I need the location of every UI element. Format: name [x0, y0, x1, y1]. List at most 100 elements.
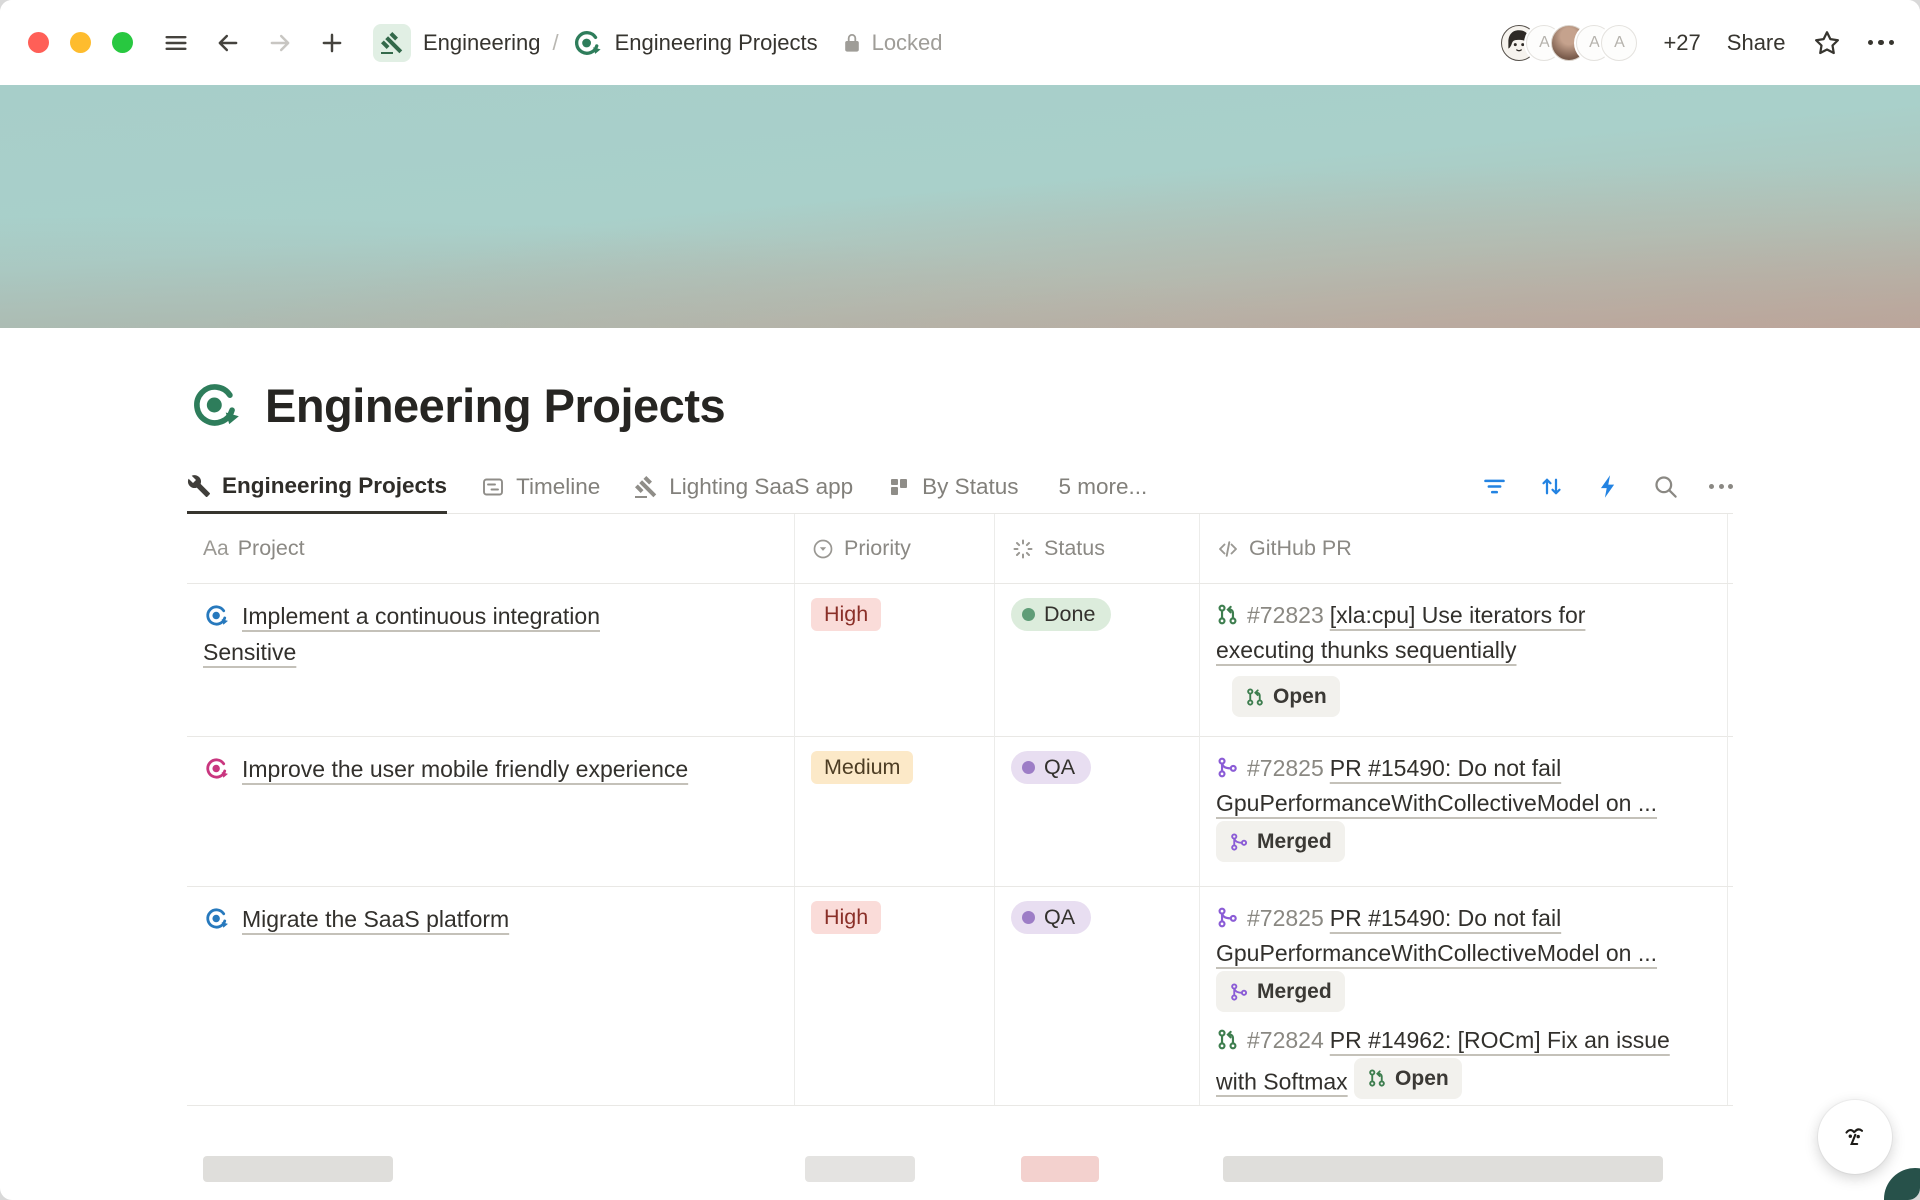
breadcrumb-current[interactable]: Engineering Projects	[615, 30, 818, 56]
pr-number: #72825	[1247, 755, 1324, 781]
page-title[interactable]: Engineering Projects	[265, 378, 725, 433]
page-cover	[0, 85, 1920, 328]
column-header-github-pr[interactable]: GitHub PR	[1200, 514, 1728, 583]
status-dot	[1022, 608, 1035, 621]
priority-badge[interactable]: Medium	[811, 751, 913, 784]
pr-merged-icon	[1216, 904, 1239, 927]
column-header-project[interactable]: Aa Project	[187, 514, 795, 583]
cycle-icon	[203, 602, 230, 629]
pr-open-icon	[1216, 1026, 1239, 1049]
status-cell[interactable]: Done	[995, 584, 1200, 738]
github-pr-cell[interactable]: #72823[xla:cpu] Use iterators for execut…	[1200, 584, 1728, 738]
cycle-icon	[203, 905, 230, 932]
locked-indicator[interactable]: Locked	[840, 30, 943, 56]
pr-state-badge[interactable]: Open	[1354, 1058, 1462, 1099]
menu-icon[interactable]	[159, 26, 193, 60]
project-cell[interactable]: Improve the user mobile friendly experie…	[187, 737, 795, 886]
project-title-link[interactable]: Migrate the SaaS platform	[242, 906, 509, 932]
pr-merged-icon	[1216, 754, 1239, 777]
notion-face-icon	[1835, 1117, 1875, 1157]
window-controls	[28, 32, 133, 53]
status-badge[interactable]: QA	[1011, 901, 1091, 934]
wrench-icon	[187, 474, 211, 498]
tab-by-status[interactable]: By Status	[887, 460, 1018, 514]
status-dot	[1022, 761, 1035, 774]
new-page-icon[interactable]	[315, 26, 349, 60]
back-icon[interactable]	[211, 26, 245, 60]
avatar-stack[interactable]: A A A	[1501, 25, 1637, 61]
priority-badge[interactable]: High	[811, 901, 881, 934]
favorite-star-icon[interactable]	[1812, 28, 1842, 58]
pr-open-icon	[1367, 1068, 1387, 1088]
pr-merged-icon	[1229, 832, 1249, 852]
more-views-button[interactable]: 5 more...	[1058, 474, 1147, 500]
project-title-link[interactable]: Implement a continuous integration Sensi…	[203, 603, 600, 665]
view-more-icon[interactable]	[1709, 484, 1733, 489]
avatar-overflow-count[interactable]: +27	[1663, 30, 1700, 56]
cycle-icon	[203, 755, 230, 782]
view-tabs: Engineering Projects Timeline Lighting S…	[187, 460, 1733, 514]
board-icon	[887, 475, 911, 499]
share-button[interactable]: Share	[1727, 30, 1786, 56]
table-header: Aa Project Priority Status GitHub PR	[187, 514, 1733, 584]
github-pr-cell[interactable]: #72825PR #15490: Do not fail GpuPerforma…	[1200, 887, 1728, 1106]
hammer-icon	[634, 475, 658, 499]
lightning-icon[interactable]	[1595, 473, 1622, 500]
page-cycle-icon[interactable]	[187, 377, 243, 433]
search-icon[interactable]	[1652, 473, 1679, 500]
status-icon	[1011, 537, 1035, 561]
pr-state-badge[interactable]: Merged	[1216, 971, 1345, 1012]
status-dot	[1022, 911, 1035, 924]
table-row: Migrate the SaaS platform High QA #72825…	[187, 887, 1733, 1106]
cycle-icon	[571, 27, 603, 59]
tab-engineering-projects[interactable]: Engineering Projects	[187, 460, 447, 514]
pr-merged-icon	[1229, 982, 1249, 1002]
priority-cell[interactable]: Medium	[795, 737, 995, 886]
hammer-icon[interactable]	[373, 24, 411, 62]
app-window: Engineering / Engineering Projects Locke…	[0, 0, 1920, 1200]
pr-number: #72823	[1247, 602, 1324, 628]
minimize-window-button[interactable]	[70, 32, 91, 53]
pr-number: #72824	[1247, 1027, 1324, 1053]
breadcrumb-separator: /	[552, 30, 558, 56]
partial-table-row	[187, 1106, 1733, 1173]
column-header-status[interactable]: Status	[995, 514, 1200, 583]
tab-timeline[interactable]: Timeline	[481, 460, 600, 514]
priority-cell[interactable]: High	[795, 584, 995, 738]
table-row: Improve the user mobile friendly experie…	[187, 737, 1733, 887]
zoom-window-button[interactable]	[112, 32, 133, 53]
breadcrumb-root[interactable]: Engineering	[423, 30, 540, 56]
breadcrumb: Engineering / Engineering Projects	[373, 24, 818, 62]
column-header-priority[interactable]: Priority	[795, 514, 995, 583]
status-cell[interactable]: QA	[995, 887, 1200, 1106]
tab-lighting-saas-app[interactable]: Lighting SaaS app	[634, 460, 853, 514]
forward-icon[interactable]	[263, 26, 297, 60]
locked-label: Locked	[872, 30, 943, 56]
project-cell[interactable]: Migrate the SaaS platform	[187, 887, 795, 1106]
project-title-link[interactable]: Improve the user mobile friendly experie…	[242, 756, 688, 782]
pr-open-icon	[1245, 687, 1265, 707]
pr-state-badge[interactable]: Merged	[1216, 821, 1345, 862]
timeline-icon	[481, 475, 505, 499]
close-window-button[interactable]	[28, 32, 49, 53]
pr-open-icon	[1216, 601, 1239, 624]
code-icon	[1216, 537, 1240, 561]
table-row: Implement a continuous integration Sensi…	[187, 584, 1733, 737]
topbar: Engineering / Engineering Projects Locke…	[0, 0, 1920, 85]
project-cell[interactable]: Implement a continuous integration Sensi…	[187, 584, 795, 738]
status-badge[interactable]: QA	[1011, 751, 1091, 784]
notion-ai-button[interactable]	[1818, 1100, 1892, 1174]
priority-badge[interactable]: High	[811, 598, 881, 631]
priority-cell[interactable]: High	[795, 887, 995, 1106]
filter-icon[interactable]	[1481, 473, 1508, 500]
pr-state-badge[interactable]: Open	[1232, 676, 1340, 717]
avatar: A	[1601, 25, 1637, 61]
select-icon	[811, 537, 835, 561]
github-pr-cell[interactable]: #72825PR #15490: Do not fail GpuPerforma…	[1200, 737, 1728, 886]
lock-icon	[840, 31, 864, 55]
more-icon[interactable]	[1868, 40, 1895, 46]
status-cell[interactable]: QA	[995, 737, 1200, 886]
sort-icon[interactable]	[1538, 473, 1565, 500]
text-icon: Aa	[203, 537, 229, 561]
status-badge[interactable]: Done	[1011, 598, 1111, 631]
